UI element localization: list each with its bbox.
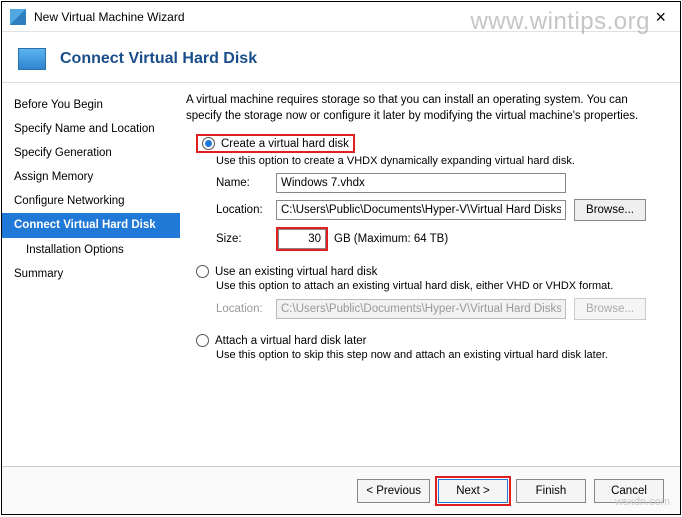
page-title: Connect Virtual Hard Disk xyxy=(60,50,257,68)
sidebar-item-specify-name[interactable]: Specify Name and Location xyxy=(2,117,180,141)
name-input[interactable] xyxy=(276,173,566,193)
existing-location-label: Location: xyxy=(216,303,276,315)
next-button[interactable]: Next > xyxy=(438,479,508,503)
titlebar: New Virtual Machine Wizard × xyxy=(2,2,680,32)
window-title: New Virtual Machine Wizard xyxy=(34,10,185,24)
sidebar-item-assign-memory[interactable]: Assign Memory xyxy=(2,165,180,189)
vm-icon xyxy=(18,48,46,70)
location-label: Location: xyxy=(216,204,276,216)
later-note: Use this option to skip this step now an… xyxy=(216,349,666,361)
sidebar-item-summary[interactable]: Summary xyxy=(2,262,180,286)
app-icon xyxy=(10,9,26,25)
size-unit: GB (Maximum: 64 TB) xyxy=(334,233,448,245)
radio-attach-later[interactable] xyxy=(196,334,209,347)
radio-existing-vhd-row[interactable]: Use an existing virtual hard disk xyxy=(196,265,666,278)
radio-attach-later-label: Attach a virtual hard disk later xyxy=(215,335,367,347)
create-note: Use this option to create a VHDX dynamic… xyxy=(216,155,666,167)
radio-create-vhd-row[interactable]: Create a virtual hard disk xyxy=(196,134,666,153)
close-icon[interactable]: × xyxy=(649,8,672,26)
location-input[interactable] xyxy=(276,200,566,220)
finish-button[interactable]: Finish xyxy=(516,479,586,503)
main-panel: A virtual machine requires storage so th… xyxy=(180,83,680,452)
sidebar-item-connect-vhd[interactable]: Connect Virtual Hard Disk xyxy=(2,213,180,237)
size-label: Size: xyxy=(216,233,276,245)
radio-create-vhd[interactable] xyxy=(202,137,215,150)
sidebar-item-installation-options[interactable]: Installation Options xyxy=(2,238,180,262)
radio-existing-vhd[interactable] xyxy=(196,265,209,278)
radio-create-vhd-label: Create a virtual hard disk xyxy=(221,138,349,150)
cancel-button[interactable]: Cancel xyxy=(594,479,664,503)
browse-button[interactable]: Browse... xyxy=(574,199,646,221)
radio-existing-vhd-label: Use an existing virtual hard disk xyxy=(215,266,377,278)
size-input[interactable] xyxy=(278,229,326,249)
existing-note: Use this option to attach an existing vi… xyxy=(216,280,666,292)
sidebar: Before You Begin Specify Name and Locati… xyxy=(2,83,180,452)
sidebar-item-specify-generation[interactable]: Specify Generation xyxy=(2,141,180,165)
wizard-header: Connect Virtual Hard Disk xyxy=(2,32,680,82)
existing-browse-button: Browse... xyxy=(574,298,646,320)
previous-button[interactable]: < Previous xyxy=(357,479,430,503)
radio-later-row[interactable]: Attach a virtual hard disk later xyxy=(196,334,666,347)
sidebar-item-configure-networking[interactable]: Configure Networking xyxy=(2,189,180,213)
existing-location-input xyxy=(276,299,566,319)
wizard-window: New Virtual Machine Wizard × www.wintips… xyxy=(1,1,681,515)
sidebar-item-before-you-begin[interactable]: Before You Begin xyxy=(2,93,180,117)
footer-bar: < Previous Next > Finish Cancel xyxy=(2,466,680,514)
name-label: Name: xyxy=(216,177,276,189)
description-text: A virtual machine requires storage so th… xyxy=(186,93,666,124)
